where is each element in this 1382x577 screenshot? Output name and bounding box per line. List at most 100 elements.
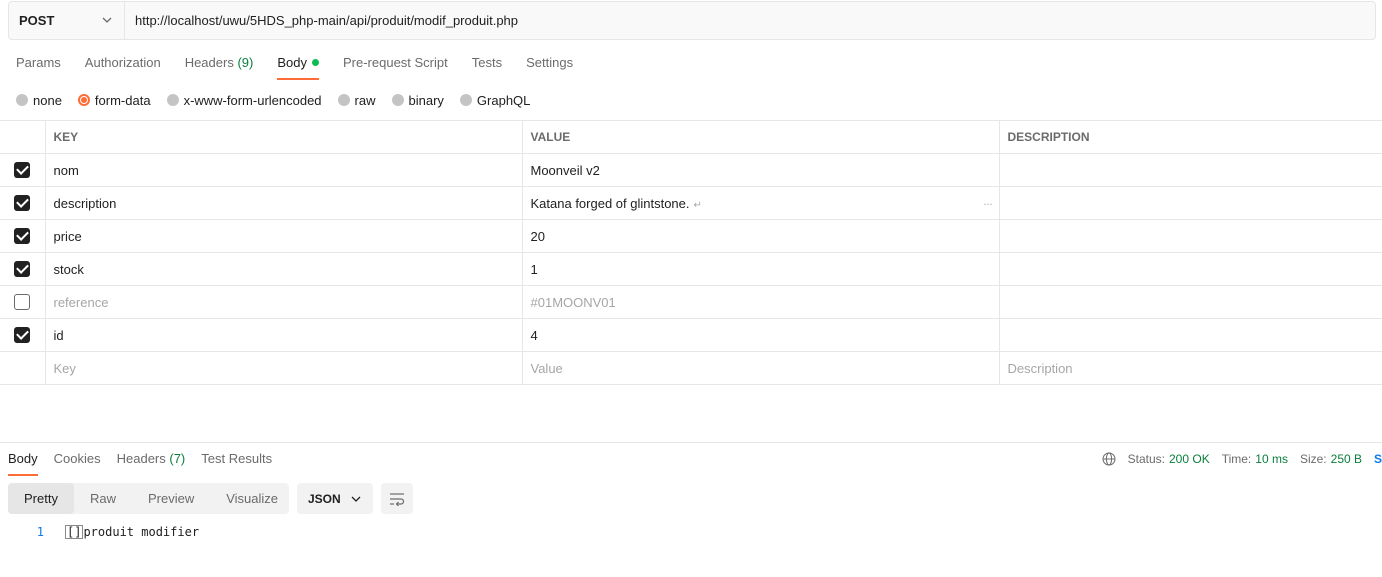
tab-label: Authorization: [84, 55, 161, 70]
response-tab-body[interactable]: Body: [8, 449, 38, 476]
description-column-header: DESCRIPTION: [999, 120, 1382, 154]
row-checkbox[interactable]: [14, 162, 31, 179]
globe-icon[interactable]: [1102, 452, 1116, 466]
row-checkbox[interactable]: [14, 294, 31, 311]
value-cell[interactable]: Moonveil v2: [522, 153, 1000, 187]
value-text: Katana forged of glintstone.: [530, 195, 690, 211]
row-checkbox-cell: [0, 285, 46, 319]
value-placeholder[interactable]: Value: [522, 351, 1000, 385]
key-cell[interactable]: reference: [45, 285, 523, 319]
response-view-segmented: Pretty Raw Preview Visualize: [8, 483, 289, 514]
wrap-lines-icon: [390, 492, 405, 506]
tab-params[interactable]: Params: [16, 52, 61, 80]
tab-pre-request-script[interactable]: Pre-request Script: [343, 52, 448, 80]
checkbox-column-header: [0, 120, 46, 154]
value-text: #01MOONV01: [530, 294, 616, 310]
time-info[interactable]: Time: 10 ms: [1222, 452, 1288, 466]
size-info[interactable]: Size: 250 B: [1300, 452, 1362, 466]
table-row-new: Key Value Description: [0, 351, 1382, 385]
format-select[interactable]: JSON: [297, 483, 373, 514]
method-label: POST: [19, 13, 55, 28]
view-preview[interactable]: Preview: [132, 483, 210, 514]
tab-label: Body: [277, 55, 307, 70]
table-row: reference #01MOONV01: [0, 285, 1382, 319]
radio-circle-icon: [166, 94, 179, 106]
tab-headers[interactable]: Headers (9): [185, 52, 254, 80]
row-checkbox-cell: [0, 252, 46, 286]
response-status-bar: Status: 200 OK Time:10 ms Size:250 B Save…: [1102, 451, 1382, 467]
row-checkbox[interactable]: [14, 228, 31, 245]
radio-label: form-data: [94, 92, 151, 108]
view-raw[interactable]: Raw: [74, 483, 132, 514]
response-divider: [0, 442, 1382, 443]
description-cell[interactable]: [999, 186, 1382, 220]
row-checkbox-cell: [0, 219, 46, 253]
key-cell[interactable]: stock: [45, 252, 523, 286]
more-icon[interactable]: ...: [983, 196, 992, 208]
row-checkbox-cell: [0, 351, 46, 385]
line-number: 1: [36, 525, 44, 539]
radio-binary[interactable]: binary: [391, 93, 444, 108]
code-text: produit modifier: [83, 525, 200, 539]
tab-label: Headers: [184, 55, 234, 70]
value-cell[interactable]: Katana forged of glintstone. ↵...: [522, 186, 1000, 220]
method-select[interactable]: POST: [9, 2, 125, 39]
row-checkbox[interactable]: [14, 261, 31, 278]
body-type-radios: none form-data x-www-form-urlencoded raw bin…: [16, 92, 546, 108]
wrap-lines-button[interactable]: [381, 483, 413, 514]
tab-label: Params: [16, 55, 61, 70]
response-tab-test-results[interactable]: Test Results: [201, 449, 272, 476]
key-cell[interactable]: description: [45, 186, 523, 220]
key-cell[interactable]: nom: [45, 153, 523, 187]
radio-circle-icon: [459, 94, 472, 106]
tab-settings[interactable]: Settings: [526, 52, 573, 80]
value-text: 20: [530, 228, 545, 244]
view-visualize[interactable]: Visualize: [210, 483, 294, 514]
status-label: Status:: [1127, 452, 1165, 466]
row-checkbox[interactable]: [14, 327, 31, 344]
key-cell[interactable]: id: [45, 318, 523, 352]
description-cell[interactable]: [999, 318, 1382, 352]
radio-label: x-www-form-urlencoded: [183, 92, 322, 108]
request-bar: POST http://localhost/uwu/5HDS_php-main/…: [8, 1, 1376, 40]
value-cell[interactable]: 20: [522, 219, 1000, 253]
value-text: 1: [530, 261, 538, 277]
table-row: description Katana forged of glintstone. ↵…: [0, 186, 1382, 220]
row-checkbox[interactable]: [14, 195, 31, 212]
value-cell[interactable]: #01MOONV01: [522, 285, 1000, 319]
bracket-highlight: []: [65, 525, 84, 539]
chevron-down-icon: [102, 17, 112, 23]
value-column-header: VALUE: [522, 120, 1000, 154]
radio-graphql[interactable]: GraphQL: [459, 93, 530, 108]
row-checkbox-cell: [0, 186, 46, 220]
radio-x-www-form-urlencoded[interactable]: x-www-form-urlencoded: [166, 92, 322, 108]
radio-none[interactable]: none: [16, 93, 62, 108]
status-value: 200 OK: [1169, 452, 1210, 466]
value-cell[interactable]: 1: [522, 252, 1000, 286]
url-input[interactable]: http://localhost/uwu/5HDS_php-main/api/p…: [125, 2, 1375, 39]
tab-authorization[interactable]: Authorization: [85, 52, 161, 80]
key-placeholder[interactable]: Key: [45, 351, 523, 385]
description-cell[interactable]: [999, 285, 1382, 319]
radio-circle-icon: [77, 94, 90, 106]
tab-tests[interactable]: Tests: [472, 52, 502, 80]
response-tab-headers[interactable]: Headers (7): [117, 449, 186, 476]
radio-raw[interactable]: raw: [337, 93, 376, 108]
description-placeholder[interactable]: Description: [999, 351, 1382, 385]
tab-body[interactable]: Body: [277, 52, 319, 80]
value-text: Moonveil v2: [530, 162, 600, 178]
key-cell[interactable]: price: [45, 219, 523, 253]
tab-label: Tests: [471, 55, 503, 70]
tab-label: Headers: [116, 451, 166, 466]
save-response-button[interactable]: Save Response: [1374, 452, 1382, 466]
description-cell[interactable]: [999, 219, 1382, 253]
description-cell[interactable]: [999, 252, 1382, 286]
radio-form-data[interactable]: form-data: [77, 92, 151, 108]
status-info[interactable]: Status: 200 OK: [1128, 452, 1210, 466]
value-cell[interactable]: 4: [522, 318, 1000, 352]
chevron-down-icon: [351, 496, 361, 502]
description-cell[interactable]: [999, 153, 1382, 187]
response-tab-cookies[interactable]: Cookies: [54, 449, 101, 476]
view-pretty[interactable]: Pretty: [8, 483, 74, 514]
tab-count: (7): [169, 451, 186, 466]
